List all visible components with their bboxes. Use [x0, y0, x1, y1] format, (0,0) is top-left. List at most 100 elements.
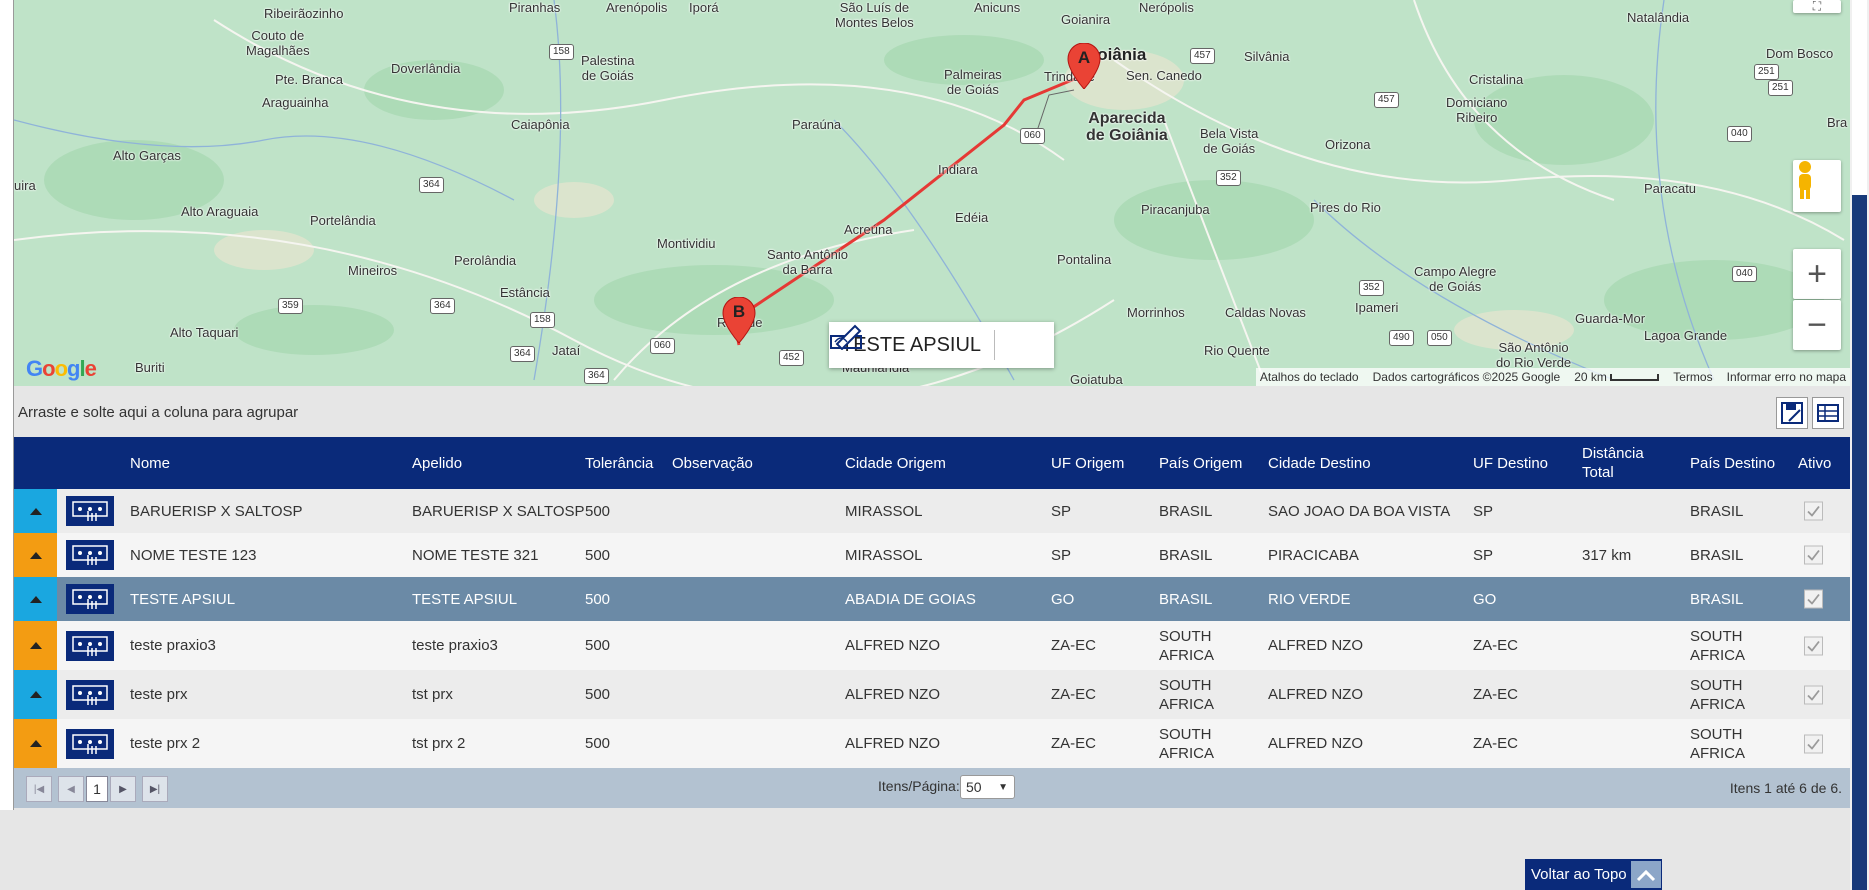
group-hint: Arraste e solte aqui a coluna para agrup… — [18, 404, 299, 421]
cell-nome: BARUERISP X SALTOSP — [130, 502, 303, 520]
scrollbar-thumb[interactable] — [1852, 195, 1867, 890]
per-page-label: Itens/Página: — [878, 778, 960, 794]
col-tolerancia[interactable]: Tolerância — [585, 437, 653, 489]
first-page-button[interactable]: |◀ — [26, 776, 52, 802]
expand-row-button[interactable] — [14, 533, 57, 577]
google-logo: Google — [26, 356, 97, 381]
last-page-button[interactable]: ▶| — [142, 776, 168, 802]
route-infobox[interactable]: TESTE APSIUL — [829, 322, 1054, 368]
scale-bar — [1610, 374, 1660, 381]
route-map-icon[interactable] — [66, 584, 114, 614]
expand-row-button[interactable] — [14, 489, 57, 533]
col-uf-destino[interactable]: UF Destino — [1473, 437, 1548, 489]
col-uf-origem[interactable]: UF Origem — [1051, 437, 1124, 489]
terms-link[interactable]: Termos — [1673, 370, 1712, 384]
col-apelido[interactable]: Apelido — [412, 437, 462, 489]
road-shield: 050 — [1427, 330, 1452, 346]
cell-cidade-origem: MIRASSOL — [845, 502, 923, 520]
next-page-button[interactable]: ▶ — [110, 776, 136, 802]
per-page-select[interactable]: 50 ▼ — [960, 775, 1015, 799]
col-pais-destino[interactable]: País Destino — [1690, 437, 1775, 489]
table-row[interactable]: teste praxio3 teste praxio3 500 ALFRED NZO Z… — [14, 621, 1850, 670]
back-to-top-button[interactable]: Voltar ao Topo — [1525, 859, 1662, 890]
map-place-label: Doverlândia — [391, 61, 461, 76]
expand-row-button[interactable] — [14, 719, 57, 768]
expand-triangle-icon — [29, 507, 42, 515]
expand-row-button[interactable] — [14, 577, 57, 621]
ativo-checkbox[interactable] — [1804, 545, 1823, 565]
route-map[interactable]: Ribeirãozinho Couto de Magalhães Pte. Bran… — [14, 0, 1850, 386]
cell-nome: teste praxio3 — [130, 637, 216, 654]
chevron-down-icon: ▼ — [998, 781, 1008, 793]
cell-tolerancia: 500 — [585, 546, 611, 564]
marker-b[interactable]: B — [722, 297, 756, 343]
page-scrollbar[interactable] — [1850, 0, 1869, 890]
map-place-label: Bela Vista de Goiás — [1200, 126, 1259, 156]
col-distancia[interactable]: Distância Total — [1582, 437, 1644, 489]
road-shield: 364 — [430, 298, 455, 314]
map-scale[interactable]: 20 km — [1574, 370, 1660, 384]
col-cidade-destino[interactable]: Cidade Destino — [1268, 437, 1371, 489]
table-row[interactable]: NOME TESTE 123 NOME TESTE 321 500 MIRASSOL S… — [14, 533, 1850, 577]
table-row[interactable]: teste prx tst prx 500 ALFRED NZO ZA-EC SOUTH … — [14, 670, 1850, 719]
ativo-checkbox[interactable] — [1804, 685, 1823, 704]
ativo-checkbox[interactable] — [1804, 501, 1823, 521]
map-place-label: Guarda-Mor — [1575, 311, 1646, 326]
cell-cidade-origem: ALFRED NZO — [845, 637, 941, 654]
route-map-icon[interactable] — [66, 540, 114, 570]
col-pais-origem[interactable]: País Origem — [1159, 437, 1242, 489]
export-excel-button[interactable] — [1812, 397, 1844, 429]
route-map-icon[interactable] — [66, 728, 114, 759]
map-place-label: Dom Bosco — [1766, 46, 1834, 61]
ativo-checkbox[interactable] — [1804, 589, 1823, 609]
col-nome[interactable]: Nome — [130, 437, 170, 489]
col-cidade-origem[interactable]: Cidade Origem — [845, 437, 946, 489]
fullscreen-button[interactable]: ⛶ — [1793, 0, 1841, 13]
map-place-label: Paraúna — [792, 117, 842, 132]
map-place-label: Perolândia — [454, 253, 517, 268]
route-map-icon[interactable] — [66, 630, 114, 661]
map-place-label: Goiatuba — [1070, 372, 1123, 386]
zoom-in-button[interactable]: + — [1793, 249, 1841, 299]
ativo-checkbox[interactable] — [1804, 636, 1823, 655]
prev-page-button[interactable]: ◀ — [58, 776, 84, 802]
expand-row-button[interactable] — [14, 621, 57, 670]
table-row[interactable]: BARUERISP X SALTOSP BARUERISP X SALTOSP 50… — [14, 489, 1850, 533]
table-row[interactable]: teste prx 2 tst prx 2 500 ALFRED NZO ZA-EC SO… — [14, 719, 1850, 768]
map-place-label: Nerópolis — [1139, 0, 1194, 15]
map-place-label: Santo Antônio da Barra — [767, 247, 848, 277]
cell-pais-origem: BRASIL — [1159, 590, 1213, 608]
cell-uf-destino: ZA-EC — [1473, 735, 1518, 752]
next-page-icon: ▶ — [119, 783, 127, 795]
minus-icon: − — [1807, 305, 1827, 344]
zoom-out-button[interactable]: − — [1793, 300, 1841, 350]
expand-row-button[interactable] — [14, 670, 57, 719]
road-shield: 158 — [549, 44, 574, 60]
cell-nome: NOME TESTE 123 — [130, 546, 257, 564]
col-ativo[interactable]: Ativo — [1798, 437, 1831, 489]
road-shield: 040 — [1727, 126, 1752, 142]
excel-icon — [1817, 404, 1839, 422]
route-map-icon[interactable] — [66, 679, 114, 710]
cell-cidade-origem: MIRASSOL — [845, 546, 923, 564]
road-shield: 352 — [1359, 280, 1384, 296]
cell-cidade-destino: ALFRED NZO — [1268, 686, 1364, 703]
map-place-label: Ribeirãozinho — [264, 6, 344, 21]
current-page[interactable]: 1 — [86, 776, 108, 802]
map-place-label: Orizona — [1325, 137, 1371, 152]
cell-tolerancia: 500 — [585, 686, 611, 703]
keyboard-shortcuts-link[interactable]: Atalhos do teclado — [1260, 370, 1359, 384]
street-view-pegman[interactable] — [1793, 160, 1841, 212]
marker-a[interactable]: A — [1067, 43, 1101, 89]
group-drop-area[interactable]: Arraste e solte aqui a coluna para agrup… — [14, 387, 1850, 437]
road-shield: 352 — [1216, 170, 1241, 186]
expand-triangle-icon — [29, 595, 42, 603]
col-observacao[interactable]: Observação — [672, 437, 753, 489]
ativo-checkbox[interactable] — [1804, 734, 1823, 753]
grid-pager: |◀ ◀ 1 ▶ ▶| Itens/Página: 50 ▼ Itens 1 a… — [14, 768, 1850, 808]
table-row[interactable]: TESTE APSIUL TESTE APSIUL 500 ABADIA DE GOI… — [14, 577, 1850, 621]
road-shield: 364 — [419, 177, 444, 193]
route-map-icon[interactable] — [66, 496, 114, 526]
report-error-link[interactable]: Informar erro no mapa — [1727, 370, 1846, 384]
export-save-button[interactable] — [1776, 397, 1808, 429]
